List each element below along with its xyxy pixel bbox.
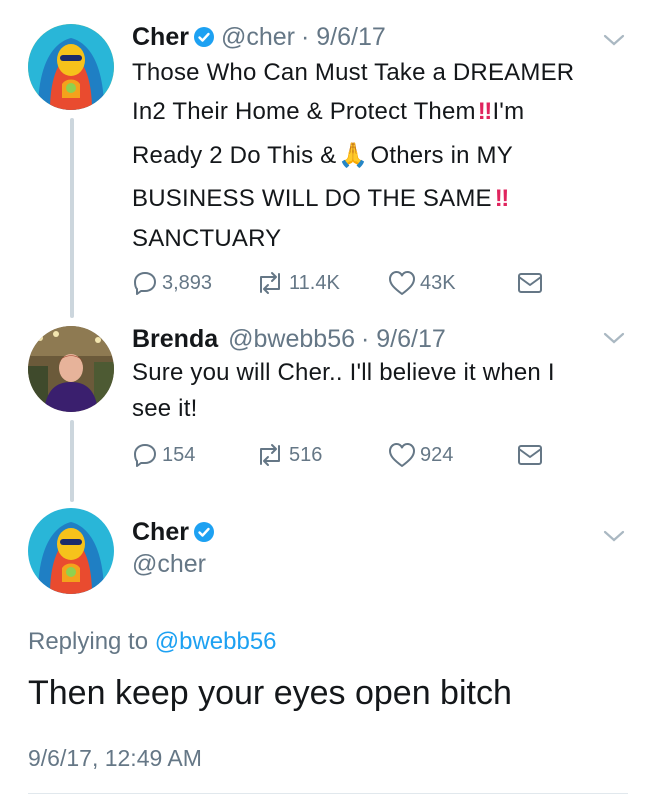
retweet-button[interactable]: 516 [255, 440, 322, 470]
retweet-button[interactable]: 11.4K [255, 268, 340, 298]
handle[interactable]: @bwebb56 [228, 325, 355, 353]
tweet-text: Those Who Can Must Take a DREAMER In2 Th… [132, 58, 632, 264]
handle[interactable]: @cher [132, 550, 206, 579]
verified-badge-icon [193, 521, 215, 550]
reply-button[interactable]: 154 [132, 440, 195, 470]
tweet-line: BUSINESS WILL DO THE SAME [132, 185, 492, 212]
like-count: 924 [420, 443, 454, 466]
chevron-down-icon[interactable] [602, 32, 626, 48]
like-button[interactable]: 924 [388, 440, 453, 470]
reply-icon [132, 442, 158, 468]
direct-message-button[interactable] [516, 268, 544, 298]
direct-message-button[interactable] [516, 440, 544, 470]
pray-icon: 🙏 [338, 142, 369, 169]
double-exclamation-icon: ‼ [494, 185, 510, 212]
like-icon [388, 442, 416, 468]
reply-icon [132, 270, 158, 296]
reply-count: 3,893 [162, 271, 213, 294]
retweet-count: 11.4K [289, 271, 340, 294]
avatar-brenda[interactable] [28, 326, 114, 412]
thread-line [70, 118, 74, 318]
tweet-line: SANCTUARY [132, 225, 282, 252]
direct-message-icon [516, 271, 544, 295]
replying-to-label: Replying to [28, 628, 149, 655]
tweet-line: Sure you will Cher.. I'll believe it whe… [132, 359, 555, 386]
tweet-header: Cher @cher · 9/6/17 [132, 22, 386, 55]
like-button[interactable]: 43K [388, 268, 456, 298]
tweet-line: In2 Their Home & Protect Them [132, 98, 476, 125]
replying-to: Replying to @bwebb56 [28, 628, 277, 656]
tweet-line: Others in MY [370, 142, 513, 169]
thread-line [70, 420, 74, 502]
tweet-date[interactable]: · 9/6/17 [361, 325, 446, 353]
tweet-actions: 3,893 11.4K 43K [132, 268, 552, 298]
main-tweet-text: Then keep your eyes open bitch [28, 674, 512, 712]
tweet-actions: 154 516 924 [132, 440, 552, 470]
retweet-count: 516 [289, 443, 323, 466]
chevron-down-icon[interactable] [602, 330, 626, 346]
display-name[interactable]: Cher [132, 23, 189, 51]
tweet-line: I'm [492, 98, 525, 125]
retweet-icon [255, 270, 285, 296]
display-name-text: Cher [132, 518, 189, 546]
replying-to-handle-link[interactable]: @bwebb56 [155, 628, 277, 655]
handle[interactable]: @cher [221, 23, 295, 51]
divider [28, 793, 628, 794]
tweet-header: Brenda @bwebb56 · 9/6/17 [132, 324, 446, 354]
reply-count: 154 [162, 443, 196, 466]
tweet-timestamp[interactable]: 9/6/17, 12:49 AM [28, 745, 202, 772]
tweet-line: Ready 2 Do This & [132, 142, 337, 169]
tweet-line: Those Who Can Must Take a DREAMER [132, 59, 575, 86]
like-count: 43K [420, 271, 456, 294]
direct-message-icon [516, 443, 544, 467]
tweet-line: see it! [132, 395, 198, 422]
reply-button[interactable]: 3,893 [132, 268, 212, 298]
double-exclamation-icon: ‼ [477, 98, 493, 125]
retweet-icon [255, 442, 285, 468]
display-name[interactable]: Brenda [132, 325, 218, 353]
avatar-cher[interactable] [28, 24, 114, 110]
chevron-down-icon[interactable] [602, 528, 626, 544]
display-name[interactable]: Cher [132, 518, 221, 550]
like-icon [388, 270, 416, 296]
avatar-cher[interactable] [28, 508, 114, 594]
tweet-text: Sure you will Cher.. I'll believe it whe… [132, 358, 632, 426]
tweet-date[interactable]: · 9/6/17 [301, 23, 386, 51]
verified-badge-icon [193, 25, 215, 55]
